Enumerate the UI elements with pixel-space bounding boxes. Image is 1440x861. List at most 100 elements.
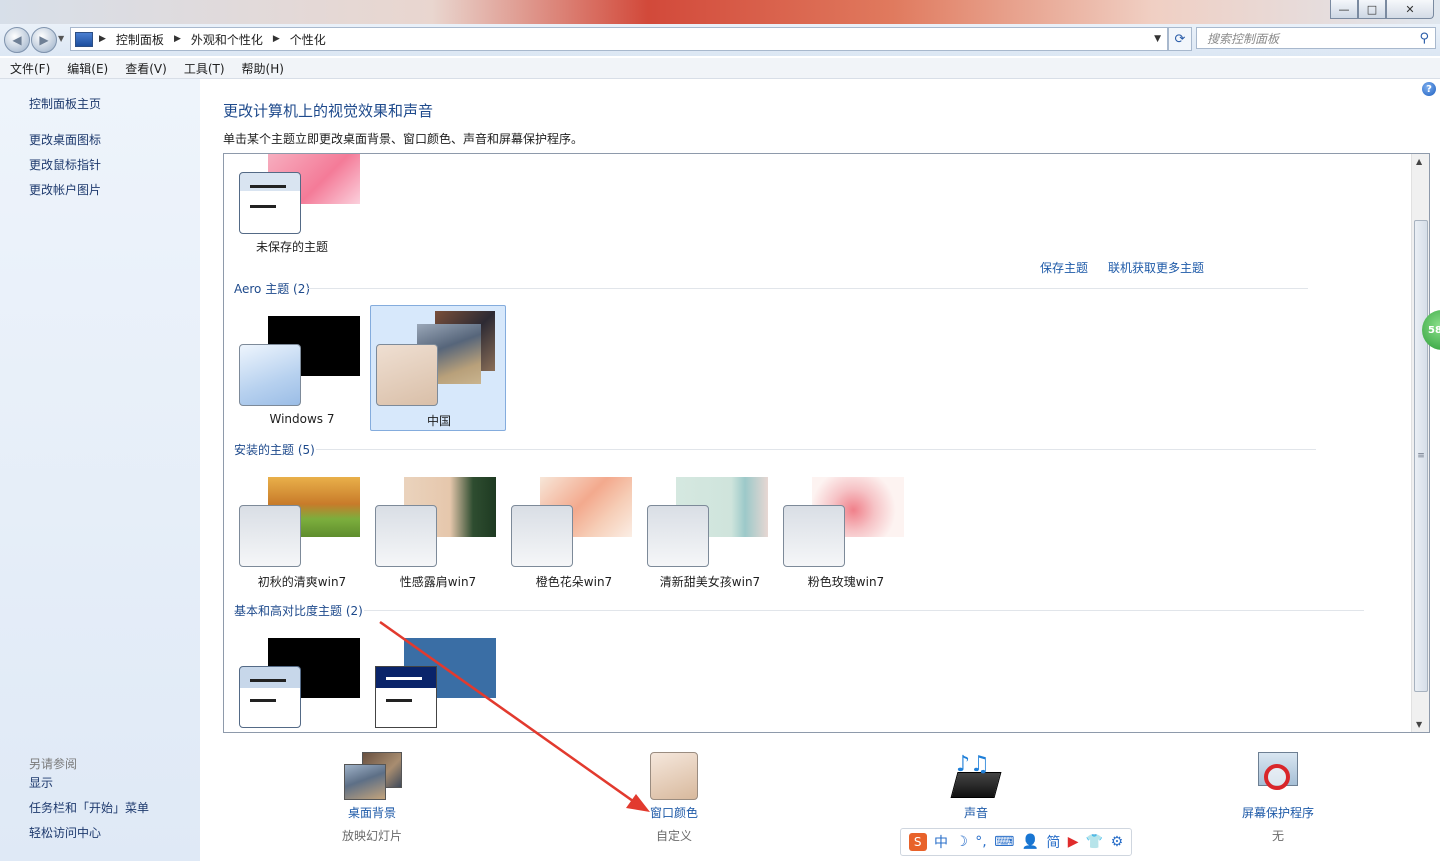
link-change-mouse-pointers[interactable]: 更改鼠标指针 — [29, 156, 101, 173]
ime-skin-icon[interactable]: 👕 — [1086, 834, 1103, 850]
window-color-item[interactable]: 窗口颜色 自定义 — [604, 752, 744, 844]
theme-tile-windows7[interactable]: Windows 7 — [234, 306, 370, 432]
link-display[interactable]: 显示 — [29, 774, 53, 791]
theme-name: 初秋的清爽win7 — [257, 575, 347, 589]
ime-keyboard-icon[interactable]: ⌨ — [994, 834, 1014, 850]
text-bar-glyph — [250, 699, 276, 702]
title-bar-glyph — [250, 185, 286, 188]
close-button[interactable]: ✕ — [1386, 0, 1434, 19]
page-title: 更改计算机上的视觉效果和声音 — [223, 102, 434, 120]
menu-file[interactable]: 文件(F) — [0, 60, 57, 77]
screen-saver-icon — [1250, 752, 1306, 800]
desktop-background-link[interactable]: 桌面背景 — [302, 804, 442, 821]
theme-name: 橙色花朵win7 — [535, 575, 613, 589]
refresh-icon: ⟳ — [1174, 31, 1186, 47]
theme-name: Windows 7 — [269, 412, 335, 426]
link-change-desktop-icons[interactable]: 更改桌面图标 — [29, 131, 101, 148]
search-input[interactable]: 搜索控制面板 ⚲ — [1196, 27, 1436, 49]
refresh-button[interactable]: ⟳ — [1168, 27, 1192, 51]
theme-tile-early-autumn[interactable]: 初秋的清爽win7 — [234, 467, 370, 593]
theme-tile-classic[interactable] — [370, 628, 506, 732]
menu-edit[interactable]: 编辑(E) — [57, 60, 115, 77]
search-placeholder: 搜索控制面板 — [1207, 32, 1280, 46]
ime-user-icon[interactable]: 👤 — [1022, 834, 1039, 850]
ime-halfwidth-icon[interactable]: ☽ — [955, 834, 968, 850]
sounds-item[interactable]: ♪♫ 声音 — [906, 752, 1046, 827]
menu-view[interactable]: 查看(V) — [115, 60, 174, 77]
window-color-thumbnail — [376, 344, 438, 406]
sounds-icon: ♪♫ — [948, 752, 1004, 800]
desktop-background-icon — [344, 752, 402, 800]
scroll-up-arrow-icon[interactable]: ▲ — [1416, 157, 1422, 166]
theme-name: 未保存的主题 — [255, 240, 328, 254]
search-icon[interactable]: ⚲ — [1419, 28, 1429, 50]
desktop-background-value: 放映幻灯片 — [341, 829, 402, 843]
text-bar-glyph — [250, 205, 276, 208]
breadcrumb-control-panel[interactable]: 控制面板 — [116, 31, 164, 48]
theme-tile-unsaved[interactable]: 未保存的主题 — [224, 154, 360, 260]
group-header-installed: 安装的主题 (5) — [234, 443, 315, 457]
breadcrumb-separator-icon[interactable]: ▶ — [273, 34, 280, 44]
address-bar[interactable]: ▶ 控制面板 ▶ 外观和个性化 ▶ 个性化 ▼ — [70, 27, 1168, 51]
link-change-account-picture[interactable]: 更改帐户图片 — [29, 181, 101, 198]
group-divider — [316, 449, 1316, 450]
link-control-panel-home[interactable]: 控制面板主页 — [29, 95, 101, 112]
address-dropdown-icon[interactable]: ▼ — [1154, 34, 1161, 44]
theme-tile-basic[interactable] — [234, 628, 370, 732]
title-bar: — □ ✕ — [0, 0, 1440, 24]
help-icon[interactable]: ? — [1422, 82, 1436, 96]
group-header-basic-high-contrast: 基本和高对比度主题 (2) — [234, 604, 363, 618]
gallery-scrollbar[interactable]: ▲ ≡ ▼ — [1411, 154, 1429, 732]
scroll-thumb[interactable]: ≡ — [1414, 220, 1428, 692]
ime-logo-icon[interactable]: S — [908, 833, 927, 851]
theme-name: 性感露肩win7 — [399, 575, 477, 589]
theme-tile-orange-flowers[interactable]: 橙色花朵win7 — [506, 467, 642, 593]
left-task-pane: 控制面板主页 更改桌面图标 更改鼠标指针 更改帐户图片 另请参阅 显示 任务栏和… — [0, 79, 200, 861]
scroll-down-arrow-icon[interactable]: ▼ — [1416, 720, 1422, 729]
menu-help[interactable]: 帮助(H) — [232, 60, 291, 77]
recent-pages-dropdown-icon[interactable]: ▼ — [58, 34, 64, 43]
window-color-thumbnail — [511, 505, 573, 567]
screen-saver-link[interactable]: 屏幕保护程序 — [1208, 804, 1348, 821]
theme-gallery[interactable]: 未保存的主题 保存主题 联机获取更多主题 Aero 主题 (2) Windows… — [223, 153, 1430, 733]
screen-saver-value: 无 — [1271, 829, 1284, 843]
save-theme-link[interactable]: 保存主题 — [1040, 259, 1088, 276]
back-button[interactable]: ◀ — [4, 27, 30, 53]
window-color-thumbnail — [239, 666, 301, 728]
menu-bar: 文件(F) 编辑(E) 查看(V) 工具(T) 帮助(H) — [0, 58, 1440, 79]
breadcrumb-separator-icon[interactable]: ▶ — [174, 34, 181, 44]
breadcrumb-personalization[interactable]: 个性化 — [290, 31, 326, 48]
sounds-link[interactable]: 声音 — [906, 804, 1046, 821]
window-color-icon — [646, 752, 702, 800]
link-taskbar-start-menu[interactable]: 任务栏和「开始」菜单 — [29, 799, 149, 816]
title-bar-glyph — [250, 679, 286, 682]
desktop-background-item[interactable]: 桌面背景 放映幻灯片 — [302, 752, 442, 844]
window-color-thumbnail — [375, 666, 437, 728]
theme-tile-shoulder[interactable]: 性感露肩win7 — [370, 467, 506, 593]
title-bar-glyph — [386, 677, 422, 680]
theme-tile-china[interactable]: 中国 — [370, 305, 506, 431]
control-panel-icon — [75, 31, 93, 47]
screen-saver-item[interactable]: 屏幕保护程序 无 — [1208, 752, 1348, 844]
see-also-heading: 另请参阅 — [29, 757, 78, 771]
menu-tools[interactable]: 工具(T) — [174, 60, 232, 77]
window-color-thumbnail — [239, 172, 301, 234]
ime-punctuation-icon[interactable]: °, — [975, 834, 986, 850]
theme-tile-pink-rose[interactable]: 粉色玫瑰win7 — [778, 467, 914, 593]
minimize-button[interactable]: — — [1330, 0, 1358, 19]
group-divider — [364, 610, 1364, 611]
link-ease-of-access[interactable]: 轻松访问中心 — [29, 824, 101, 841]
ime-settings-icon[interactable]: ⚙ — [1111, 834, 1124, 850]
breadcrumb-separator-icon[interactable]: ▶ — [99, 34, 106, 44]
ime-simplified-mode[interactable]: 简 — [1046, 832, 1060, 852]
ime-toolbar[interactable]: S 中 ☽ °, ⌨ 👤 简 ▶ 👕 ⚙ — [900, 828, 1132, 856]
theme-tile-sweet-girl[interactable]: 清新甜美女孩win7 — [642, 467, 778, 593]
window-color-link[interactable]: 窗口颜色 — [604, 804, 744, 821]
forward-button[interactable]: ▶ — [31, 27, 57, 53]
ime-video-icon[interactable]: ▶ — [1068, 834, 1079, 850]
breadcrumb-appearance[interactable]: 外观和个性化 — [191, 31, 263, 48]
ime-chinese-mode[interactable]: 中 — [934, 832, 948, 852]
page-subtitle: 单击某个主题立即更改桌面背景、窗口颜色、声音和屏幕保护程序。 — [223, 132, 584, 146]
maximize-button[interactable]: □ — [1358, 0, 1386, 19]
get-more-themes-link[interactable]: 联机获取更多主题 — [1108, 259, 1204, 276]
